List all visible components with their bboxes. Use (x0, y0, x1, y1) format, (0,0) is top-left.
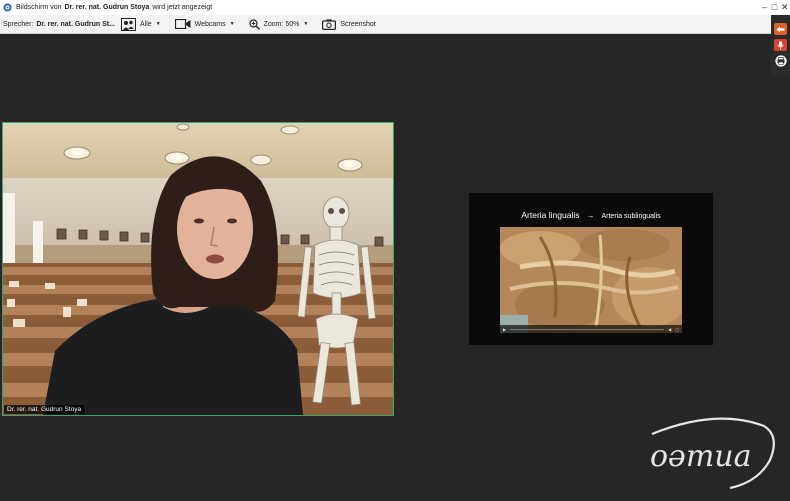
view-all-button[interactable]: Alle ▼ (121, 17, 161, 31)
view-all-label: Alle (140, 20, 152, 28)
chevron-down-icon: ▼ (229, 21, 235, 27)
anatomy-dissection-image (500, 227, 682, 333)
video-controls-bar[interactable]: ▶ ◀ ▢ (500, 325, 682, 333)
window-title-bar: Bildschirm von Dr. rer. nat. Gudrun Stoy… (0, 0, 790, 15)
video-progress-track[interactable] (510, 328, 665, 330)
fullscreen-icon[interactable]: ▢ (675, 327, 679, 332)
microphone-icon (777, 40, 784, 50)
zoom-button[interactable]: Zoom: 50% ▼ (248, 18, 309, 30)
logo-image: oəmua (650, 417, 775, 490)
side-panel (771, 15, 790, 75)
zoom-label: Zoom: 50% (263, 20, 300, 28)
speaker-name: Dr. rer. nat. Gudrun St... (36, 20, 115, 28)
play-icon[interactable]: ▶ (503, 327, 506, 332)
screenshot-label: Screenshot (340, 20, 376, 28)
chevron-down-icon: ▼ (303, 21, 309, 27)
close-button[interactable]: ✕ (781, 1, 789, 13)
slide-video[interactable]: ▶ ◀ ▢ (500, 227, 682, 333)
arrow-left-icon (776, 26, 785, 32)
people-icon (121, 17, 136, 31)
print-icon (774, 55, 787, 67)
logo-text: oəmua (650, 439, 751, 474)
app-logo-icon (3, 3, 12, 12)
screenshot-camera-icon (322, 18, 337, 30)
microphone-button[interactable] (774, 39, 787, 51)
arrow-right-icon: → (586, 211, 595, 220)
speaker-label: Sprecher: (3, 20, 34, 28)
toolbar: Sprecher: Dr. rer. nat. Gudrun St... All… (0, 15, 790, 34)
slide-title: Arteria lingualis → Arteria sublingualis (469, 210, 713, 220)
title-prefix: Bildschirm von (16, 4, 62, 11)
shared-slide: Arteria lingualis → Arteria sublingualis… (469, 193, 713, 345)
print-button[interactable] (774, 55, 787, 67)
camera-icon (174, 19, 191, 29)
window-controls: – □ ✕ (761, 1, 789, 13)
title-suffix: wird jetzt angezeigt (152, 4, 213, 11)
webcams-label: Webcams (194, 20, 226, 28)
slide-title-sub: Arteria sublingualis (601, 213, 661, 220)
window-title: Bildschirm von Dr. rer. nat. Gudrun Stoy… (16, 4, 212, 11)
chevron-down-icon: ▼ (155, 21, 161, 27)
exit-presentation-button[interactable] (774, 23, 787, 35)
speaker-info: Sprecher: Dr. rer. nat. Gudrun St... (3, 21, 115, 28)
volume-icon[interactable]: ◀ (668, 327, 671, 332)
title-presenter: Dr. rer. nat. Gudrun Stoya (64, 4, 150, 11)
amboss-logo: oəmua (646, 416, 776, 490)
slide-title-main: Arteria lingualis (521, 210, 580, 220)
presenter-video[interactable]: Dr. rer. nat. Gudrun Stoya (2, 122, 394, 416)
screenshot-button[interactable]: Screenshot (322, 18, 376, 30)
presenter-webcam-image (3, 123, 393, 415)
maximize-button[interactable]: □ (771, 1, 778, 13)
zoom-icon (248, 18, 260, 30)
minimize-button[interactable]: – (761, 1, 768, 13)
webcams-button[interactable]: Webcams ▼ (174, 19, 235, 29)
presenter-name-tag: Dr. rer. nat. Gudrun Stoya (4, 405, 85, 414)
